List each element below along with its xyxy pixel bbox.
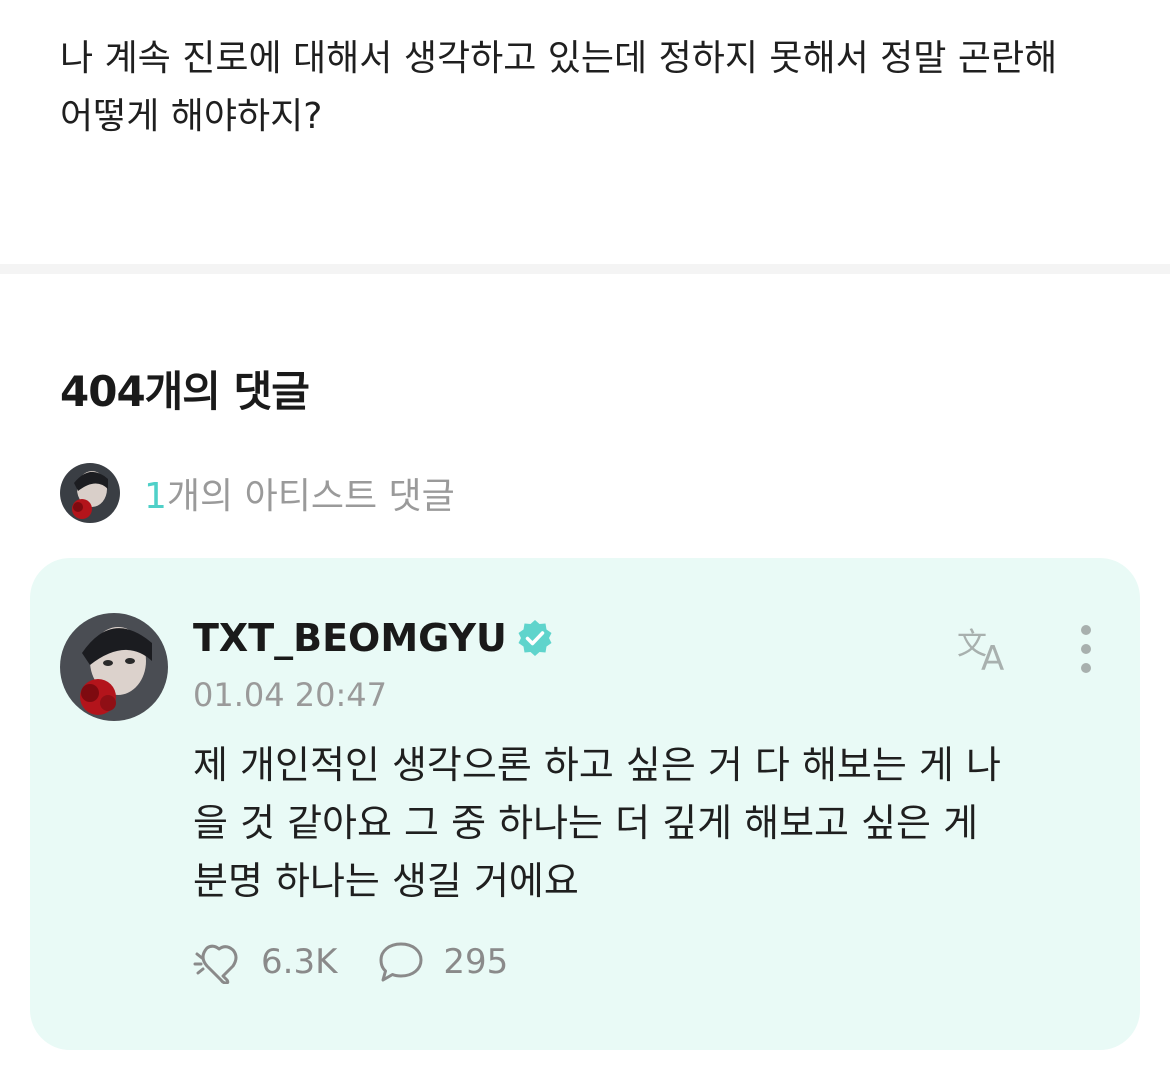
commenter-username[interactable]: TXT_BEOMGYU <box>193 616 555 660</box>
reply-button[interactable]: 295 <box>377 940 508 984</box>
artist-comments-filter[interactable]: 1개의 아티스트 댓글 <box>60 462 455 524</box>
artist-comment-text: 개의 아티스트 댓글 <box>166 476 455 517</box>
artist-avatar-small <box>60 463 120 523</box>
like-count: 6.3K <box>261 942 338 982</box>
post-text: 나 계속 진로에 대해서 생각하고 있는데 정하지 못해서 정말 곤란해 어떻게… <box>60 38 1058 137</box>
svg-text:A: A <box>981 639 1004 676</box>
comment-body: 제 개인적인 생각으론 하고 싶은 거 다 해보는 게 나 을 것 같아요 그 … <box>193 743 1001 903</box>
like-button[interactable]: 6.3K <box>193 940 337 984</box>
reply-count: 295 <box>443 942 509 982</box>
section-divider <box>0 264 1170 274</box>
username-text: TXT_BEOMGYU <box>193 616 507 660</box>
more-vertical-icon[interactable] <box>1068 622 1104 678</box>
artist-comments-label: 1개의 아티스트 댓글 <box>144 467 455 519</box>
verified-badge-icon <box>518 620 552 656</box>
translate-icon[interactable]: 文 A <box>955 620 1019 676</box>
commenter-avatar[interactable] <box>60 613 168 721</box>
like-icon <box>193 944 238 984</box>
post-detail-page: 나 계속 진로에 대해서 생각하고 있는데 정하지 못해서 정말 곤란해 어떻게… <box>0 0 1170 1085</box>
comments-count-title: 404개의 댓글 <box>60 367 310 416</box>
artist-comment-card: TXT_BEOMGYU 01.04 20:47 文 A 제 개인적인 생각으론 … <box>30 558 1140 1050</box>
comment-actions: 6.3K 295 <box>193 940 548 984</box>
comment-timestamp: 01.04 20:47 <box>193 676 387 714</box>
artist-comment-count: 1 <box>144 476 167 517</box>
comment-bubble-icon <box>379 942 423 982</box>
